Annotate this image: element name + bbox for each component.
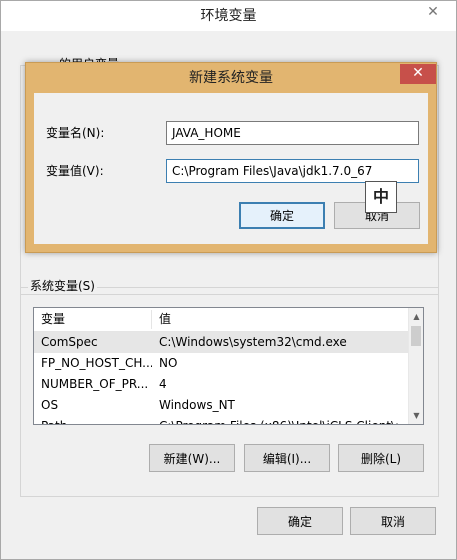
column-header-value[interactable]: 值 [152,308,408,331]
variable-value-input[interactable]: C:\Program Files\Java\jdk1.7.0_67 [166,159,419,183]
variable-name-cell: OS [41,398,59,412]
close-icon[interactable]: ✕ [400,64,436,84]
dialog-title: 新建系统变量 [189,70,273,86]
scroll-up-arrow-icon[interactable]: ▲ [409,308,423,325]
table-row[interactable]: FP_NO_HOST_CH... NO [34,353,408,374]
table-row[interactable]: NUMBER_OF_PR... 4 [34,374,408,395]
variable-name-cell: NUMBER_OF_PR... [41,377,149,391]
list-header: 变量 值 [34,308,408,332]
variable-value-cell: C:\Windows\system32\cmd.exe [159,335,347,349]
system-variables-label: 系统变量(S) [28,279,97,293]
variable-value-cell: Windows_NT [159,398,235,412]
dialog-client: 变量名(N): JAVA_HOME 变量值(V): C:\Program Fil… [34,93,428,244]
cancel-button[interactable]: 取消 [350,507,436,535]
edit-variable-button[interactable]: 编辑(I)... [244,444,330,472]
dialog-ok-button[interactable]: 确定 [239,202,325,229]
column-header-variable[interactable]: 变量 [34,308,151,331]
system-variables-list[interactable]: 变量 值 ComSpec C:\Windows\system32\cmd.exe… [33,307,424,425]
variable-value-cell: C:\Program Files (x86)\Intel\iCLS Client… [152,416,408,424]
variable-name-input[interactable]: JAVA_HOME [166,121,419,145]
window-title: 环境变量 [1,1,456,31]
table-row[interactable]: Path C:\Program Files (x86)\Intel\iCLS C… [34,416,408,424]
variable-name-cell: FP_NO_HOST_CH... [41,356,152,370]
variable-value-cell: NO [159,356,178,370]
variable-value-label: 变量值(V): [46,164,104,178]
new-system-variable-dialog: 新建系统变量 ✕ 变量名(N): JAVA_HOME 变量值(V): C:\Pr… [25,62,437,253]
variable-name-label: 变量名(N): [46,126,105,140]
delete-variable-button[interactable]: 删除(L) [338,444,424,472]
close-icon[interactable]: ✕ [416,2,450,24]
variable-name-cell: Path [34,416,152,424]
scroll-down-arrow-icon[interactable]: ▼ [409,407,423,424]
ok-button[interactable]: 确定 [257,507,343,535]
vertical-scrollbar[interactable]: ▲ ▼ [408,308,423,424]
new-variable-button[interactable]: 新建(W)... [149,444,235,472]
table-row[interactable]: OS Windows_NT [34,395,408,416]
table-row[interactable]: ComSpec C:\Windows\system32\cmd.exe [34,332,408,353]
scroll-thumb[interactable] [411,326,421,346]
ime-mode-indicator[interactable]: 中 [365,181,397,213]
variable-value-cell: 4 [159,377,167,391]
variable-name-cell: ComSpec [41,335,98,349]
